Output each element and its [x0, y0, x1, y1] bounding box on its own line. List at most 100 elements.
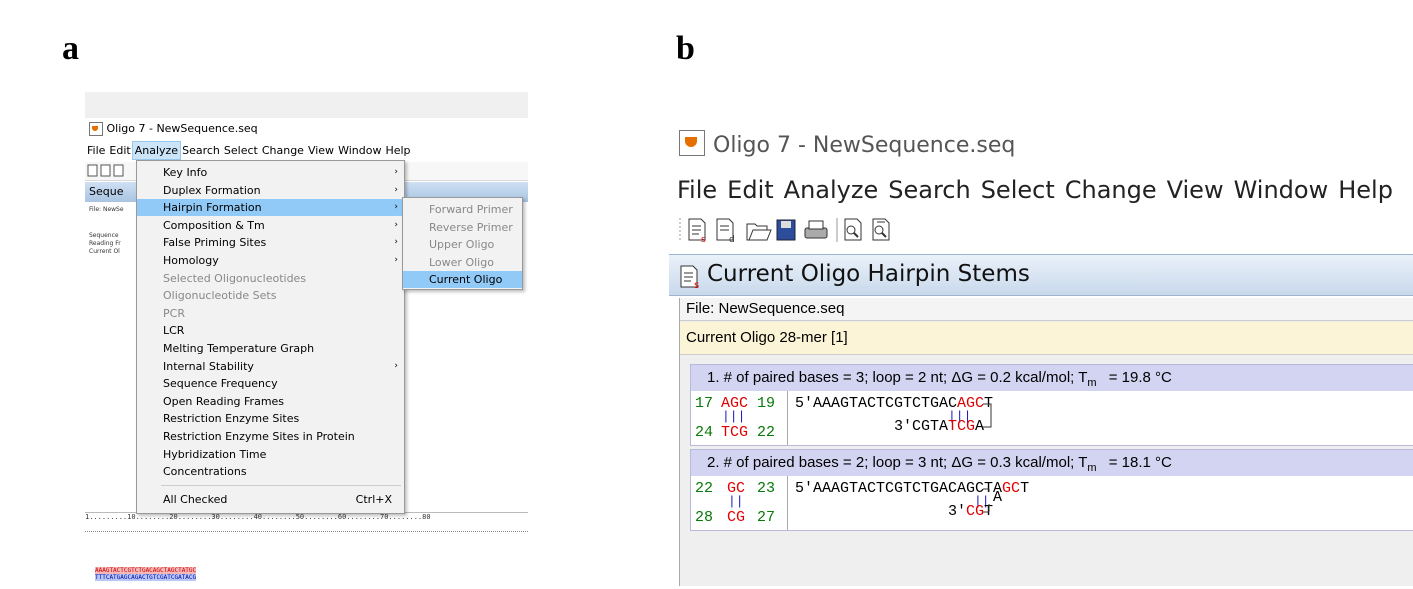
results-window-title: Current Oligo Hairpin Stems [707, 261, 1030, 287]
sense-doc-icon: s [680, 265, 699, 289]
menu-item-oligonucleotide-sets[interactable]: Oligonucleotide Sets [137, 287, 404, 304]
menu-item-label: Sequence Frequency [163, 377, 278, 391]
menu-help[interactable]: Help [1338, 176, 1393, 204]
top-gray-strip [85, 92, 528, 118]
menu-item-hybridization-time[interactable]: Hybridization Time [137, 446, 404, 463]
results-body: File: NewSequence.seq Current Oligo 28-m… [679, 298, 1413, 586]
submenu-item-upper-oligo[interactable]: Upper Oligo [403, 236, 522, 253]
stem-pair-bars: ||| [722, 409, 746, 424]
menu-window[interactable]: Window [1234, 176, 1329, 204]
java-app-icon [679, 130, 705, 156]
submenu-item-current-oligo[interactable]: Current Oligo [403, 271, 522, 288]
menu-search[interactable]: Search [180, 142, 222, 159]
menu-view[interactable]: View [306, 142, 336, 159]
window-title-text: Oligo 7 - NewSequence.seq [713, 133, 1016, 158]
menu-change[interactable]: Change [1065, 176, 1157, 204]
menu-item-label: Hybridization Time [163, 447, 267, 461]
panel-label-b: b [676, 30, 695, 67]
menu-file[interactable]: File [677, 176, 717, 204]
submenu-item-label: Current Oligo [429, 273, 503, 286]
submenu-item-forward-primer[interactable]: Forward Primer [403, 201, 522, 218]
stem-bottom-start: 24 [695, 424, 714, 441]
menu-item-label: Internal Stability [163, 359, 254, 373]
chevron-right-icon: › [394, 360, 398, 371]
ruler: 1.........10........20........30........… [85, 512, 528, 532]
sequence-top-strand[interactable]: AAAGTACTCGTCTGACAGCTAGCTATGC [95, 567, 197, 574]
menu-analyze[interactable]: Analyze [784, 176, 879, 204]
menu-item-melting-temperature-graph[interactable]: Melting Temperature Graph [137, 340, 404, 357]
hairpin-header: 1. # of paired bases = 3; loop = 2 nt; Δ… [691, 365, 1413, 391]
menu-item-label: Oligonucleotide Sets [163, 289, 277, 303]
menu-file[interactable]: File [85, 142, 107, 159]
hairpin-header: 2. # of paired bases = 2; loop = 3 nt; Δ… [691, 450, 1413, 476]
chevron-right-icon: › [394, 167, 398, 177]
menu-item-label: Homology [163, 254, 219, 267]
menu-item-label: Restriction Enzyme Sites [163, 412, 300, 426]
open-folder-icon[interactable] [746, 223, 772, 241]
inner-row: Reading Fr [89, 240, 121, 247]
menu-item-hairpin-formation[interactable]: Hairpin Formation › [137, 199, 404, 217]
menu-edit[interactable]: Edit [727, 176, 773, 204]
menu-item-label: Hairpin Formation [163, 201, 262, 215]
inner-row: File: NewSe [89, 206, 124, 213]
seq-top-pre: 5'AAAGTACTCGTCTGACAGCTA [795, 480, 1003, 497]
oligo-line-text: Current Oligo 28-mer [1] [686, 329, 848, 346]
menu-item-restriction-enzyme-sites-in-protein[interactable]: Restriction Enzyme Sites in Protein [137, 428, 404, 445]
menu-item-duplex-formation[interactable]: Duplex Formation › [137, 182, 404, 199]
menu-item-restriction-enzyme-sites[interactable]: Restriction Enzyme Sites [137, 410, 404, 427]
submenu-item-lower-oligo[interactable]: Lower Oligo [403, 254, 522, 271]
sequence-bottom-strand[interactable]: TTTCATGAGCAGACTGTCGATCGATACG [95, 574, 197, 581]
menu-item-homology[interactable]: Homology › [137, 252, 404, 269]
stem-top-end: 19 [757, 395, 776, 412]
menu-item-open-reading-frames[interactable]: Open Reading Frames [137, 393, 404, 410]
menu-select[interactable]: Select [222, 142, 260, 159]
menu-item-label: Composition & Tm [163, 218, 265, 232]
hairpin-entry[interactable]: 1. # of paired bases = 3; loop = 2 nt; Δ… [690, 364, 1413, 446]
menu-item-all-checked[interactable]: All Checked Ctrl+X [137, 491, 404, 508]
seq-bottom-pre: 3' [948, 503, 967, 520]
menu-help[interactable]: Help [383, 142, 412, 159]
chevron-right-icon: › [394, 184, 398, 195]
menu-item-selected-oligonucleotides[interactable]: Selected Oligonucleotides [137, 270, 404, 287]
stem-top-start: 22 [695, 480, 714, 497]
new-doc-icon[interactable]: d [716, 218, 735, 245]
menu-change[interactable]: Change [260, 142, 306, 159]
window-title: Oligo 7 - NewSequence.seq [679, 130, 1015, 158]
menu-view[interactable]: View [1167, 176, 1224, 204]
menubar: File Edit Analyze Search Select Change View Win… [677, 176, 1403, 204]
hairpin-loop-line [983, 488, 990, 513]
analyze-menu: Key Info › Duplex Formation › Hairpin Format… [136, 160, 405, 514]
menu-window[interactable]: Window [336, 142, 383, 159]
hairpin-diagram: 17 AGC 19 ||| 24 TCG 22 5'AAAGTACTCGTCTG… [691, 391, 1413, 445]
save-icon[interactable] [776, 219, 796, 241]
print-icon[interactable] [804, 220, 828, 239]
hairpin-entry[interactable]: 2. # of paired bases = 2; loop = 3 nt; Δ… [690, 449, 1413, 531]
seq-bottom-stem: TCG [948, 418, 976, 435]
menu-item-composition-tm[interactable]: Composition & Tm › [137, 217, 404, 234]
hairpin-header-sub: m [1087, 377, 1097, 389]
menu-item-internal-stability[interactable]: Internal Stability › [137, 358, 404, 375]
new-sense-doc-icon[interactable]: s [688, 218, 706, 245]
menu-analyze[interactable]: Analyze [131, 141, 182, 160]
menu-item-sequence-frequency[interactable]: Sequence Frequency [137, 375, 404, 392]
menubar: File Edit Analyze Search Select Change View Win… [85, 141, 528, 160]
menu-search[interactable]: Search [888, 176, 970, 204]
menu-item-pcr[interactable]: PCR [137, 305, 404, 322]
menu-edit[interactable]: Edit [107, 142, 132, 159]
stem-top-end: 23 [757, 480, 776, 497]
submenu-item-label: Upper Oligo [429, 238, 495, 251]
window-title: Oligo 7 - NewSequence.seq [89, 122, 258, 136]
stem-bottom-end: 22 [757, 424, 776, 441]
find-icon[interactable] [844, 218, 862, 241]
menu-item-key-info[interactable]: Key Info › [137, 164, 404, 181]
find-next-icon[interactable] [872, 218, 890, 241]
menu-item-lcr[interactable]: LCR [137, 322, 404, 339]
menu-item-false-priming-sites[interactable]: False Priming Sites › [137, 234, 404, 251]
hairpin-loop-line [983, 403, 992, 428]
chevron-right-icon: › [394, 202, 398, 213]
submenu-item-reverse-primer[interactable]: Reverse Primer [403, 219, 522, 236]
stem-bottom-bases: TCG [721, 424, 749, 441]
menu-item-concentrations[interactable]: Concentrations [137, 463, 404, 480]
menu-select[interactable]: Select [981, 176, 1055, 204]
seq-top-pre: 5'AAAGTACTCGTCTGAC [795, 395, 958, 412]
